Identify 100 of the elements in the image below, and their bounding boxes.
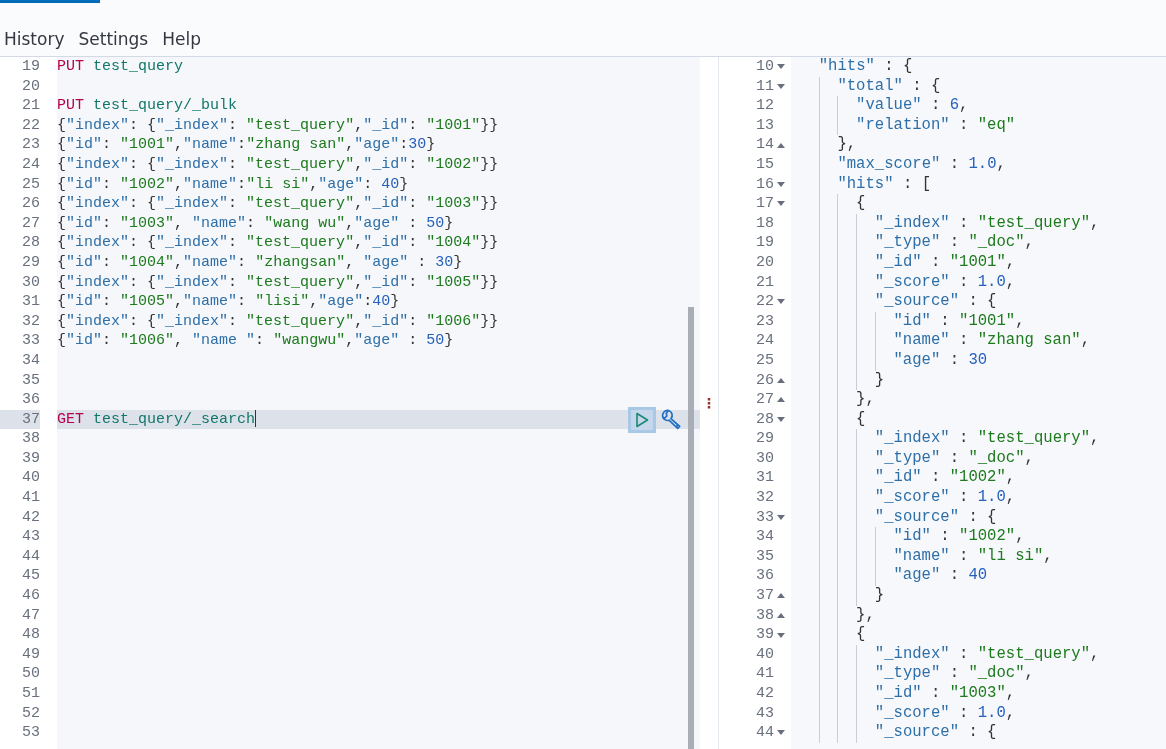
menu-link[interactable]: Help: [158, 31, 211, 48]
line-number: 37: [756, 586, 774, 606]
fold-toggle-icon[interactable]: [776, 142, 785, 148]
code-line: "_type" : "_doc",: [874, 448, 1034, 469]
line-number: 18: [756, 213, 774, 234]
send-request-button[interactable]: [628, 406, 656, 433]
code-line: {"index": {"_index": "test_query","_id": "1005"}}: [57, 272, 499, 293]
line-number: 30: [21, 272, 40, 293]
line-number: 36: [756, 566, 774, 587]
fold-toggle-icon[interactable]: [776, 397, 785, 403]
code-line: {"id": "1004","name": "zhangsan", "age" : 30}: [57, 252, 463, 273]
code-line: "_score" : 1.0,: [874, 703, 1016, 724]
line-number: 29: [756, 429, 774, 449]
fold-toggle-icon[interactable]: [776, 593, 785, 599]
line-number: 26: [21, 194, 40, 214]
fold-toggle-icon[interactable]: [776, 514, 785, 520]
code-line: "value" : 6,: [856, 96, 969, 116]
code-line: {: [856, 625, 866, 645]
fold-toggle-icon[interactable]: [776, 612, 785, 618]
line-number: 28: [21, 233, 40, 253]
request-options-button[interactable]: [660, 408, 682, 431]
line-number: 32: [21, 311, 40, 332]
line-number: 42: [21, 507, 40, 528]
fold-toggle-icon[interactable]: [776, 64, 785, 70]
line-number: 19: [756, 233, 774, 253]
line-number: 47: [21, 605, 40, 626]
fold-toggle-icon[interactable]: [776, 181, 785, 187]
line-number: 21: [756, 272, 774, 293]
code-line: "age" : 30: [893, 350, 988, 371]
line-number: 26: [756, 370, 774, 391]
wrench-icon: [660, 409, 682, 431]
line-number: 27: [756, 390, 774, 410]
line-number: 15: [756, 154, 774, 175]
line-number: 13: [756, 115, 774, 136]
line-number: 48: [21, 625, 40, 645]
code-line: "hits" : {: [818, 57, 913, 77]
code-line: "_source" : {: [874, 723, 997, 743]
line-number: 24: [21, 154, 40, 175]
drag-handle-icon[interactable]: ⋮: [702, 396, 716, 410]
menu-link[interactable]: History: [0, 31, 75, 48]
fold-toggle-icon[interactable]: [776, 201, 785, 207]
code-line: {"index": {"_index": "test_query","_id": "1003"}}: [57, 194, 499, 214]
line-number: 16: [756, 174, 774, 195]
fold-toggle-icon[interactable]: [776, 377, 785, 383]
code-line: "_source" : {: [874, 507, 997, 528]
line-number: 25: [21, 174, 40, 195]
fold-toggle-icon[interactable]: [776, 632, 785, 638]
code-line: "_type" : "_doc",: [874, 664, 1034, 684]
scrollbar-thumb[interactable]: [688, 307, 694, 749]
code-line: PUT test_query/_bulk: [57, 96, 238, 116]
code-line: "_score" : 1.0,: [874, 488, 1016, 508]
code-line: "_id" : "1002",: [874, 468, 1016, 489]
line-number: 41: [756, 664, 774, 684]
code-line: {"index": {"_index": "test_query","_id": "1006"}}: [57, 311, 499, 332]
code-line: "_id" : "1001",: [874, 252, 1016, 273]
line-number: 20: [756, 252, 774, 273]
line-number: 19: [21, 57, 40, 77]
code-line: "age" : 40: [893, 566, 988, 587]
line-number: 27: [21, 213, 40, 234]
line-number: 14: [756, 135, 774, 155]
fold-toggle-icon[interactable]: [776, 417, 785, 422]
line-number: 43: [21, 527, 40, 547]
line-number: 36: [21, 390, 40, 410]
line-number: 34: [21, 350, 40, 371]
line-number: 35: [21, 370, 40, 391]
code-line: },: [837, 135, 857, 155]
line-number: 50: [21, 664, 40, 684]
code-line: "_score" : 1.0,: [874, 272, 1016, 293]
line-number: 24: [756, 331, 774, 351]
line-number: 45: [21, 566, 40, 587]
code-line: "hits" : [: [837, 174, 931, 195]
line-number: 52: [21, 703, 40, 724]
code-line: "_index" : "test_query",: [874, 429, 1100, 449]
line-number: 11: [756, 76, 774, 97]
code-line: {"index": {"_index": "test_query","_id": "1002"}}: [57, 154, 499, 175]
line-number: 51: [21, 684, 40, 704]
code-line: },: [856, 605, 875, 626]
fold-toggle-icon[interactable]: [776, 299, 785, 305]
line-number: 23: [21, 135, 40, 155]
text-cursor: [255, 410, 257, 428]
line-number: 39: [756, 625, 774, 645]
fold-toggle-icon[interactable]: [776, 730, 785, 736]
line-number: 42: [756, 684, 774, 704]
code-line: "id" : "1001",: [893, 311, 1025, 332]
line-number: 33: [756, 507, 774, 528]
fold-toggle-icon[interactable]: [776, 83, 785, 89]
line-number: 38: [21, 429, 40, 449]
code-line: "_source" : {: [874, 292, 997, 312]
line-number: 30: [756, 448, 774, 469]
menu-link[interactable]: Settings: [74, 31, 159, 48]
code-line: "name" : "li si",: [893, 546, 1053, 567]
line-number: 32: [756, 488, 774, 508]
line-number: 10: [756, 57, 774, 77]
line-number: 22: [756, 292, 774, 312]
code-line: {"id": "1003", "name": "wang wu","age" : 50}: [57, 213, 454, 234]
line-number: 20: [21, 76, 40, 97]
line-number: 40: [756, 644, 774, 665]
code-line: "_type" : "_doc",: [874, 233, 1034, 253]
line-number: 23: [756, 311, 774, 332]
code-line: },: [856, 390, 875, 410]
